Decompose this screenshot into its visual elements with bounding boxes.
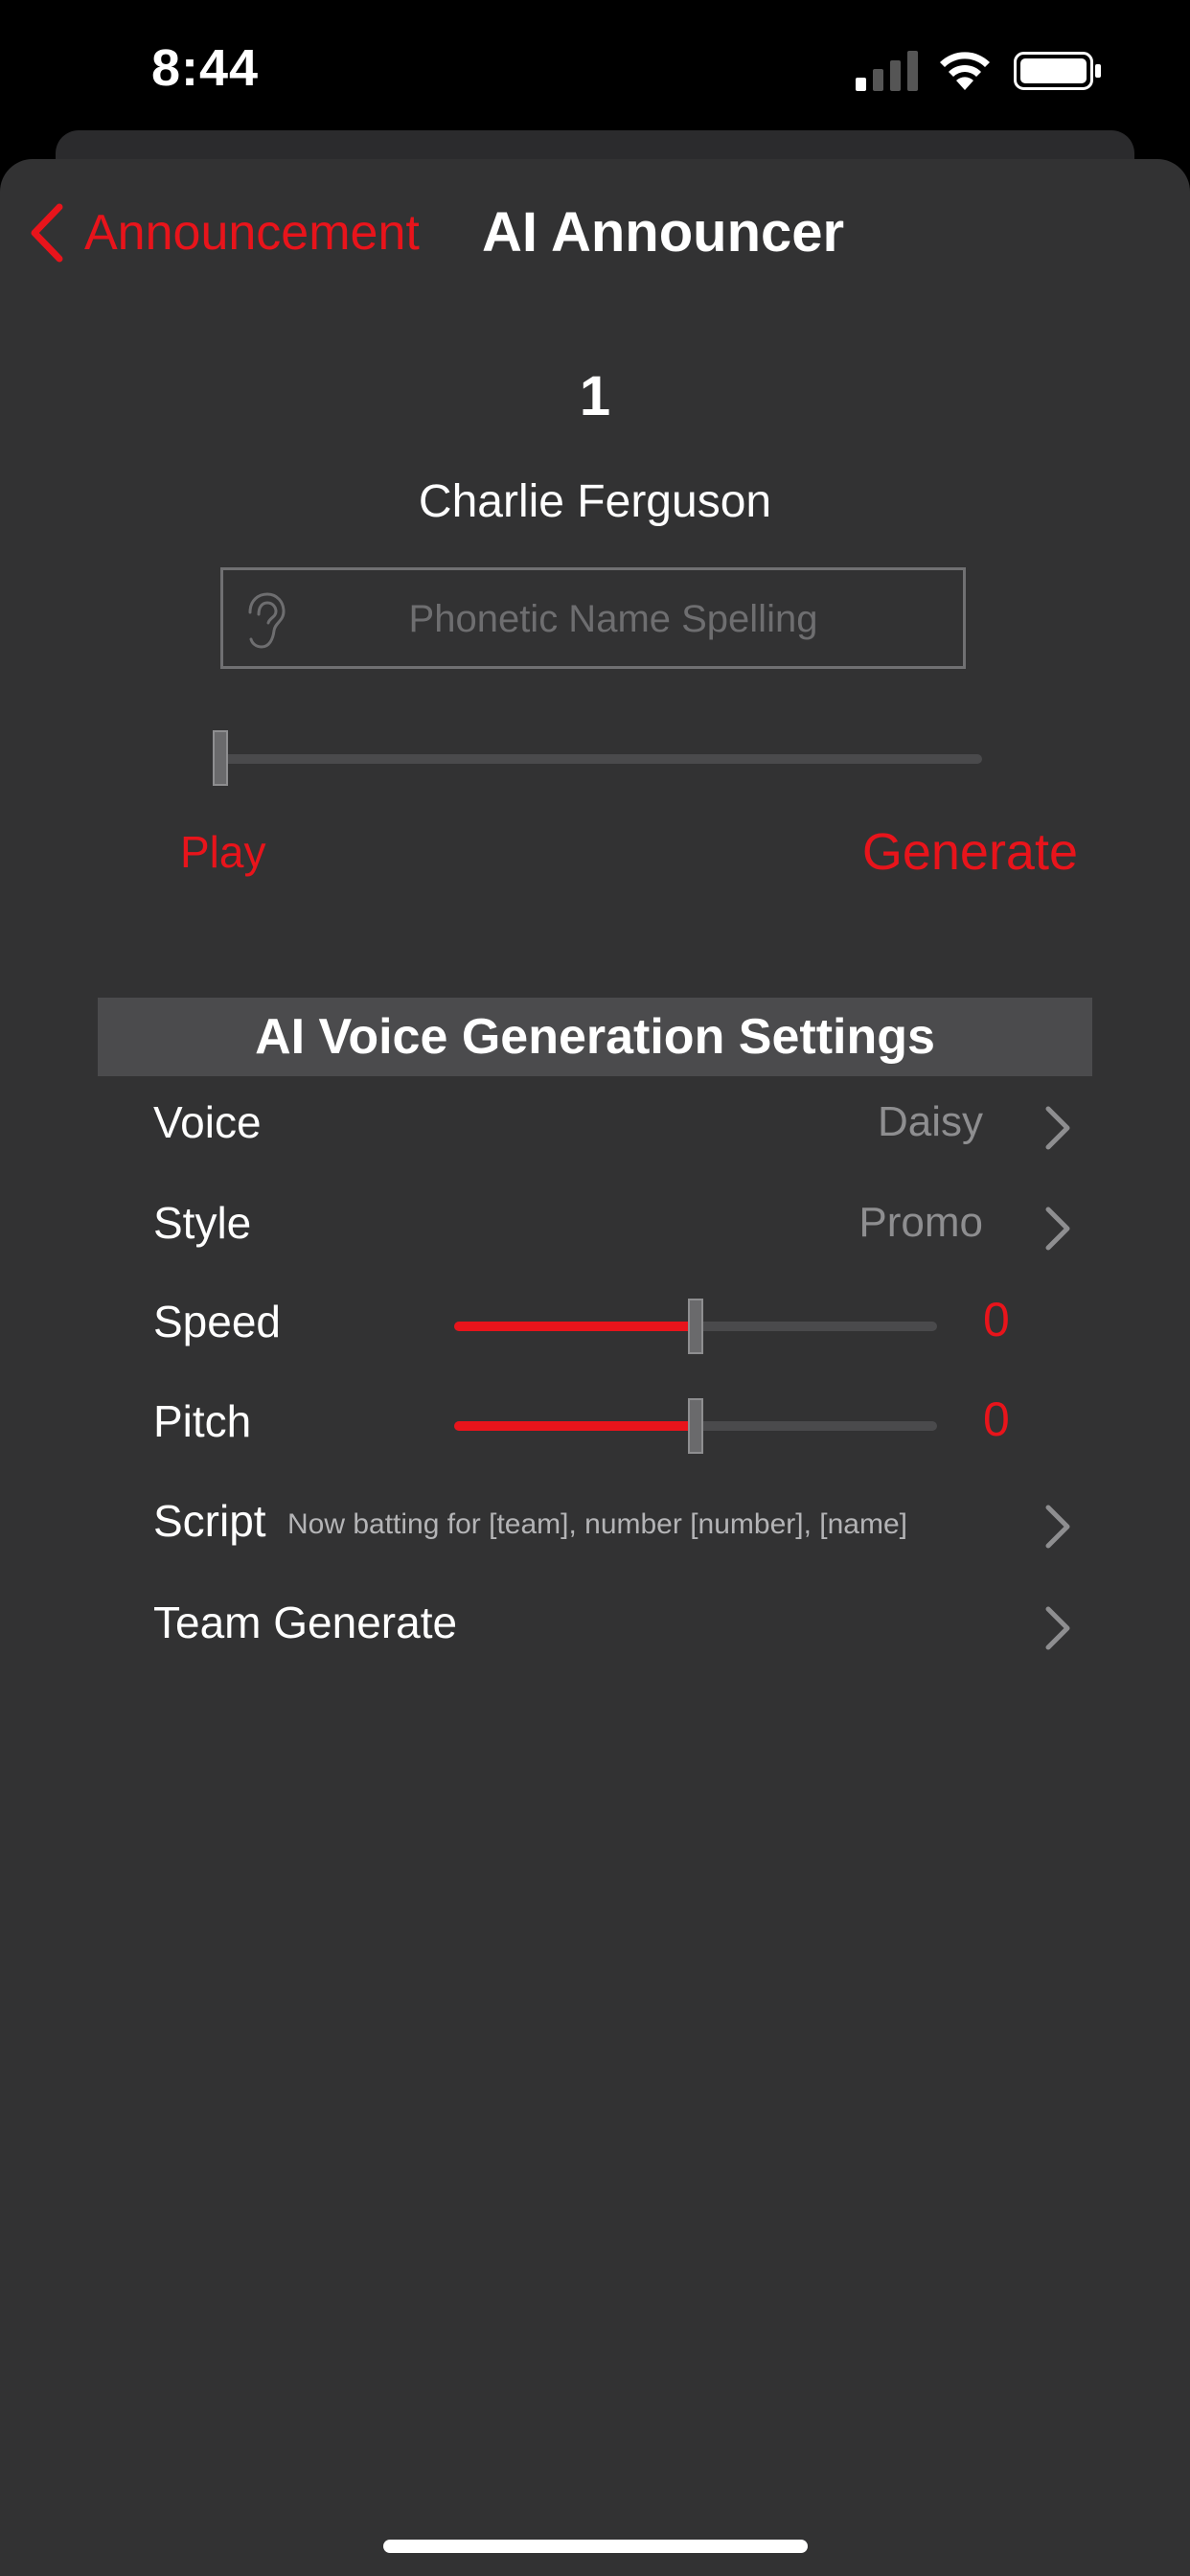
home-indicator [383,2540,808,2553]
back-button-label: Announcement [84,205,420,261]
pitch-label: Pitch [153,1396,252,1446]
speed-row: Speed 0 [153,1282,1073,1368]
ear-icon [248,592,286,649]
wifi-icon [940,52,990,90]
play-button[interactable]: Play [180,826,265,878]
chevron-right-icon [1045,1106,1070,1150]
battery-icon [1014,52,1101,90]
player-name: Charlie Ferguson [418,476,772,527]
speed-label: Speed [153,1297,282,1346]
playback-progress-slider[interactable] [213,730,982,786]
pitch-slider[interactable] [454,1398,937,1454]
status-bar: 8:44 [0,0,1190,134]
chevron-left-icon [31,203,63,263]
speed-slider[interactable] [454,1299,937,1354]
voice-value: Daisy [877,1098,983,1145]
script-row[interactable]: Script Now batting for [team], number [n… [153,1482,1073,1568]
generate-button[interactable]: Generate [862,822,1078,882]
phonetic-name-input[interactable] [300,570,927,668]
status-time: 8:44 [151,39,260,97]
chevron-right-icon [1045,1505,1070,1549]
pitch-row: Pitch 0 [153,1382,1073,1468]
playback-progress-thumb[interactable] [213,730,228,786]
script-value: Now batting for [team], number [number],… [287,1508,907,1540]
pitch-value: 0 [983,1392,1010,1446]
voice-label: Voice [153,1097,262,1147]
voice-row[interactable]: Voice Daisy [153,1083,1073,1169]
settings-section-header: AI Voice Generation Settings [98,998,1092,1076]
pitch-slider-thumb[interactable] [688,1398,703,1454]
pitch-slider-fill [454,1421,696,1431]
speed-slider-thumb[interactable] [688,1299,703,1354]
chevron-right-icon [1045,1606,1070,1650]
phonetic-name-field[interactable] [220,567,966,669]
chevron-right-icon [1045,1207,1070,1251]
style-value: Promo [858,1199,983,1246]
cellular-signal-icon [856,51,918,91]
style-row[interactable]: Style Promo [153,1184,1073,1270]
script-label: Script [153,1496,266,1546]
team-generate-label: Team Generate [153,1598,458,1647]
style-label: Style [153,1198,252,1248]
page-title: AI Announcer [482,201,845,264]
player-number: 1 [579,365,611,427]
back-button[interactable]: Announcement [29,199,420,266]
speed-slider-fill [454,1322,696,1331]
speed-value: 0 [983,1293,1010,1346]
team-generate-row[interactable]: Team Generate [153,1583,1073,1669]
